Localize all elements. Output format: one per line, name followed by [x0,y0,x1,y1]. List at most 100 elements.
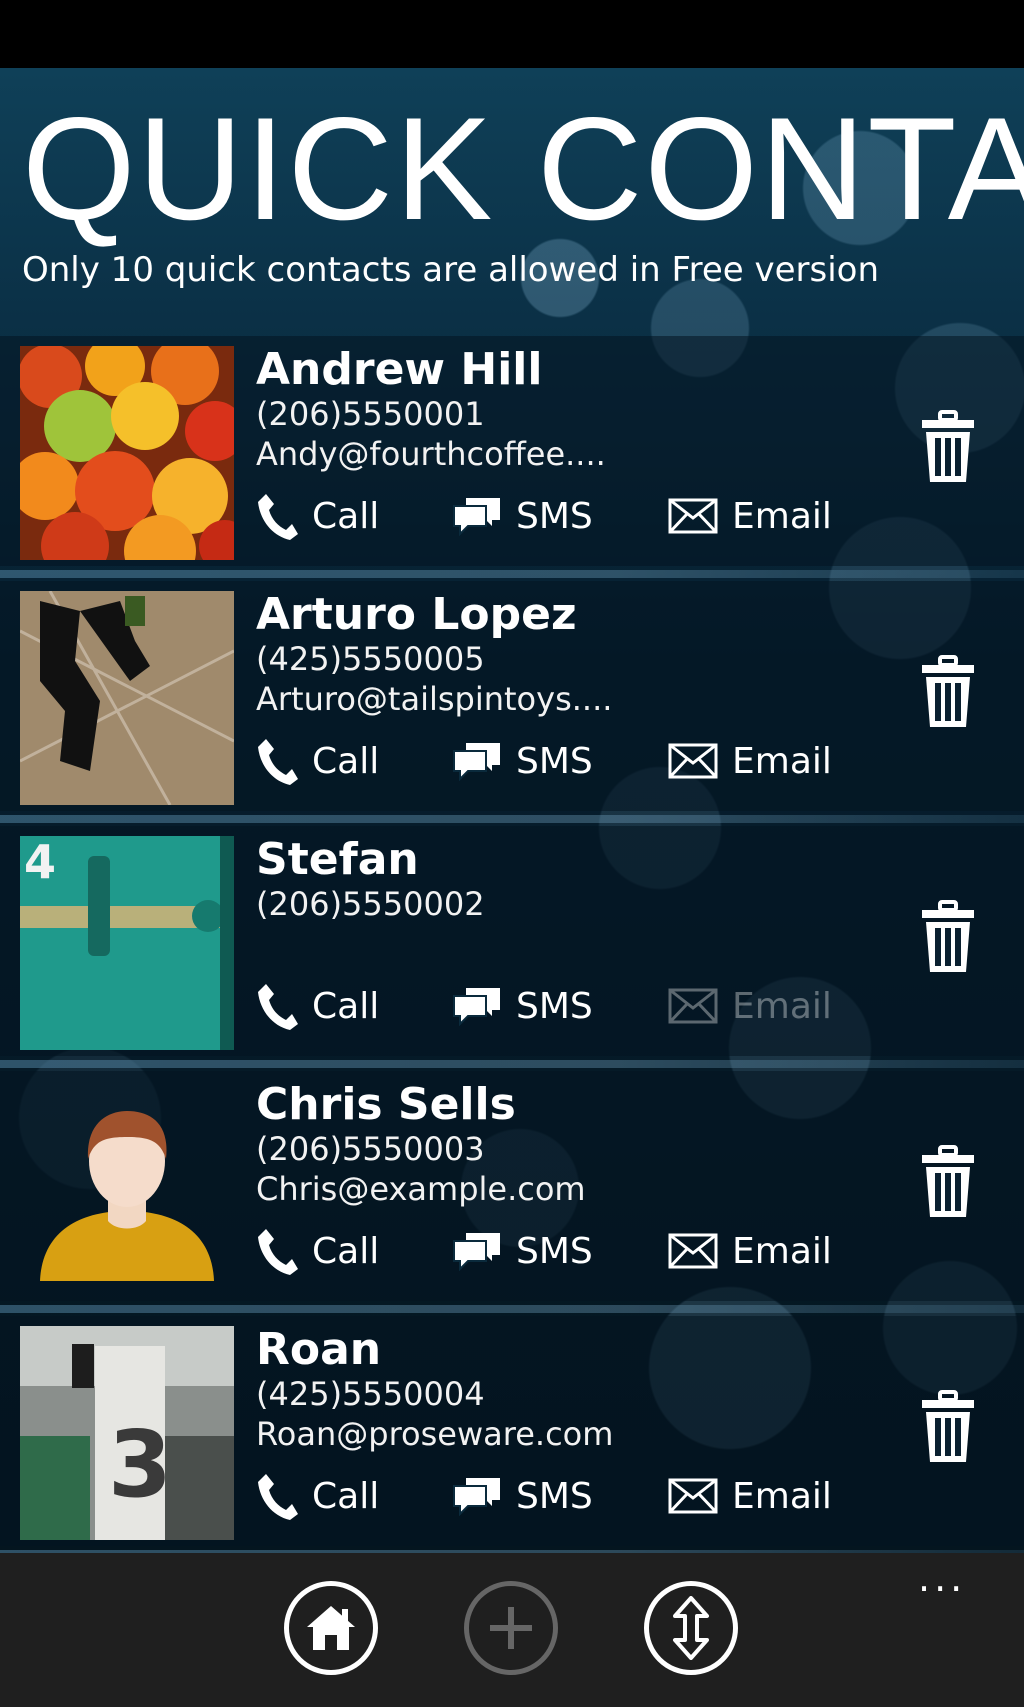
trash-icon [922,900,974,972]
sms-label: SMS [516,1475,593,1517]
call-label: Call [312,985,380,1027]
contact-info: Arturo Lopez (425)5550005 Arturo@tailspi… [256,581,916,811]
contact-email: Arturo@tailspintoys.... [256,680,613,718]
sms-button[interactable]: SMS [452,1221,593,1281]
contact-row[interactable]: Chris Sells (206)5550003 Chris@example.c… [0,1071,1024,1313]
contact-email: Andy@fourthcoffee.... [256,435,606,473]
contact-actions: Call SMS Email [256,1221,916,1281]
envelope-icon [668,988,718,1024]
sms-label: SMS [516,1230,593,1272]
contact-phone: (206)5550001 [256,395,485,433]
contact-name: Andrew Hill [256,344,543,395]
contact-info: Andrew Hill (206)5550001 Andy@fourthcoff… [256,336,916,566]
contact-name: Arturo Lopez [256,589,577,640]
reorder-button[interactable] [644,1581,738,1675]
call-button[interactable]: Call [256,1221,379,1281]
add-icon [490,1607,532,1649]
phone-icon [258,984,298,1030]
contact-info: Roan (425)5550004 Roan@proseware.com Cal… [256,1316,916,1546]
contact-row[interactable]: 4 Stefan (206)5550002 Call SMS Email [0,826,1024,1068]
email-button-disabled: Email [668,976,832,1036]
email-button[interactable]: Email [668,1221,832,1281]
svg-text:3: 3 [108,1411,172,1518]
contact-actions: Call SMS Email [256,1466,916,1526]
contact-actions: Call SMS Email [256,731,916,791]
contact-row[interactable]: Arturo Lopez (425)5550005 Arturo@tailspi… [0,581,1024,823]
email-label: Email [732,1475,832,1517]
delete-button[interactable] [918,1145,978,1219]
phone-icon [258,1229,298,1275]
sms-button[interactable]: SMS [452,486,593,546]
sms-button[interactable]: SMS [452,1466,593,1526]
contact-phone: (206)5550003 [256,1130,485,1168]
contact-photo[interactable]: 3 [20,1326,234,1540]
call-label: Call [312,1230,380,1272]
trash-icon [922,655,974,727]
email-label: Email [732,985,832,1027]
contact-photo[interactable] [20,591,234,805]
delete-button[interactable] [918,1390,978,1464]
phone-icon [258,739,298,785]
more-options-button[interactable]: ... [918,1559,966,1597]
trash-icon [922,1145,974,1217]
delete-button[interactable] [918,900,978,974]
sms-icon [453,498,500,536]
sms-icon [453,988,500,1026]
contact-photo[interactable]: 4 [20,836,234,1050]
svg-text:4: 4 [24,836,56,889]
contact-row[interactable]: 3 Roan (425)5550004 Roan@proseware.com C… [0,1316,1024,1553]
delete-button[interactable] [918,410,978,484]
contact-phone: (425)5550005 [256,640,485,678]
contact-email: Chris@example.com [256,1170,586,1208]
default-avatar-icon [40,1111,214,1281]
contact-photo[interactable] [20,1081,234,1295]
contact-name: Stefan [256,834,419,885]
contact-info: Stefan (206)5550002 Call SMS Email [256,826,916,1056]
sms-label: SMS [516,985,593,1027]
email-label: Email [732,495,832,537]
email-button[interactable]: Email [668,1466,832,1526]
email-label: Email [732,740,832,782]
email-label: Email [732,1230,832,1272]
contact-name: Chris Sells [256,1079,516,1130]
envelope-icon [668,743,718,779]
free-version-notice: Only 10 quick contacts are allowed in Fr… [22,250,880,290]
home-button[interactable] [284,1581,378,1675]
sms-button[interactable]: SMS [452,731,593,791]
app-page: QUICK CONTAC Only 10 quick contacts are … [0,68,1024,1553]
reorder-icon [673,1596,709,1660]
contact-phone: (425)5550004 [256,1375,485,1413]
delete-button[interactable] [918,655,978,729]
contact-email: Roan@proseware.com [256,1415,614,1453]
contact-actions: Call SMS Email [256,976,916,1036]
call-label: Call [312,740,380,782]
envelope-icon [668,1478,718,1514]
trash-icon [922,410,974,482]
phone-icon [258,494,298,540]
contact-photo[interactable] [20,346,234,560]
contact-actions: Call SMS Email [256,486,916,546]
envelope-icon [668,498,718,534]
call-button[interactable]: Call [256,1466,379,1526]
sms-button[interactable]: SMS [452,976,593,1036]
envelope-icon [668,1233,718,1269]
sms-icon [453,1478,500,1516]
call-label: Call [312,1475,380,1517]
call-label: Call [312,495,380,537]
call-button[interactable]: Call [256,976,379,1036]
call-button[interactable]: Call [256,731,379,791]
add-contact-button [464,1581,558,1675]
contact-name: Roan [256,1324,382,1375]
sms-label: SMS [516,740,593,782]
status-bar [0,0,1024,68]
contact-info: Chris Sells (206)5550003 Chris@example.c… [256,1071,916,1301]
sms-icon [453,1233,500,1271]
call-button[interactable]: Call [256,486,379,546]
email-button[interactable]: Email [668,731,832,791]
trash-icon [922,1390,974,1462]
sms-icon [453,743,500,781]
contact-phone: (206)5550002 [256,885,485,923]
sms-label: SMS [516,495,593,537]
contact-row[interactable]: Andrew Hill (206)5550001 Andy@fourthcoff… [0,336,1024,578]
email-button[interactable]: Email [668,486,832,546]
